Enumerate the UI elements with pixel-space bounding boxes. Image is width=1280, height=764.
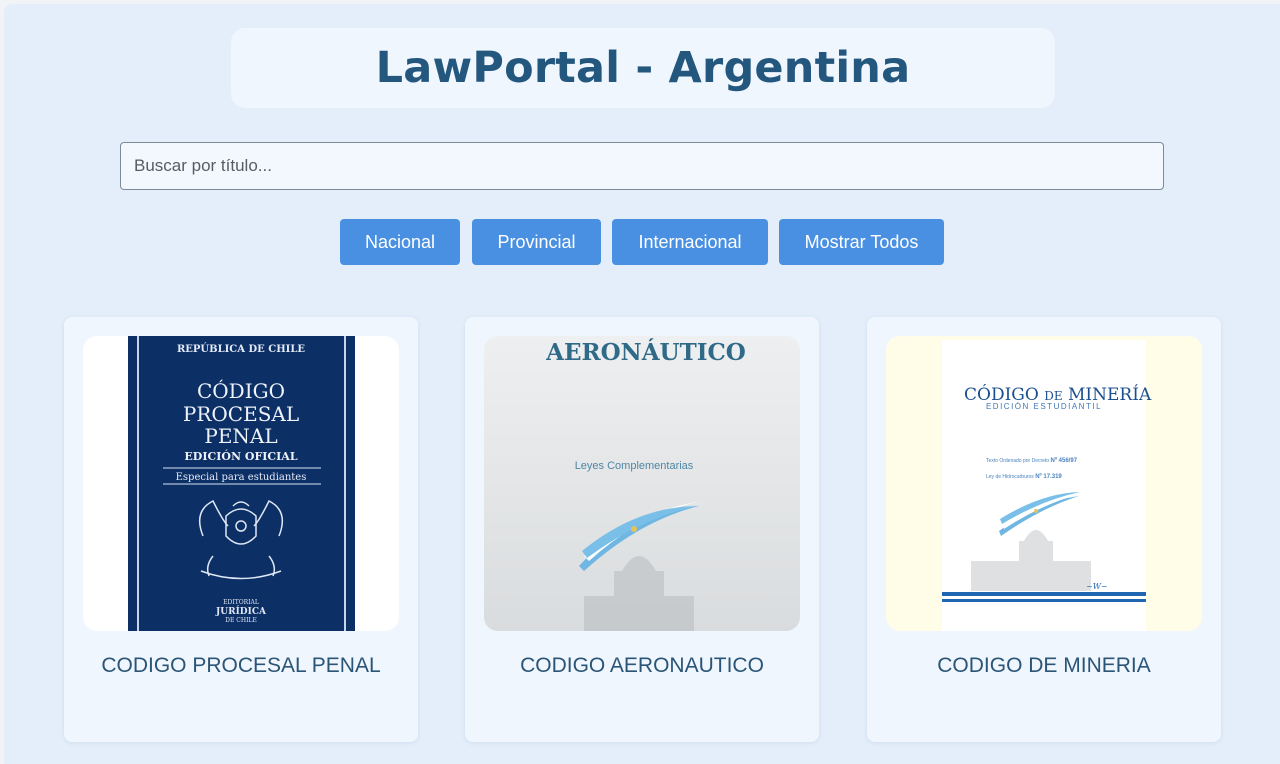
cover-text: Texto Ordenado por Decreto Nº 456/97 (986, 458, 1078, 464)
filter-bar: Nacional Provincial Internacional Mostra… (4, 219, 1280, 265)
book-title[interactable]: CODIGO PROCESAL PENAL (84, 653, 398, 679)
publisher-logo-icon: ~W~ (1086, 582, 1108, 591)
filter-internacional-button[interactable]: Internacional (612, 219, 768, 265)
header-banner: LawPortal - Argentina (231, 28, 1055, 108)
cover-text: Leyes Complementarias (575, 460, 694, 472)
book-cover-image[interactable]: REPÚBLICA DE CHILE CÓDIGO PROCESAL PENAL… (83, 336, 399, 631)
cover-text: DE CHILE (225, 617, 257, 624)
filter-provincial-button[interactable]: Provincial (472, 219, 601, 265)
page: LawPortal - Argentina Nacional Provincia… (4, 4, 1280, 764)
book-card[interactable]: CÓDIGO DE MINERÍA EDICIÓN ESTUDIANTIL Te… (867, 317, 1221, 742)
book-card[interactable]: AERONÁUTICO Leyes Complementarias CODIGO… (465, 317, 819, 742)
cover-text: CÓDIGO (197, 378, 285, 403)
book-title[interactable]: CODIGO DE MINERIA (887, 653, 1201, 679)
page-title: LawPortal - Argentina (375, 43, 911, 93)
cover-text: AERONÁUTICO (545, 339, 746, 366)
cover-text: JURÍDICA (215, 605, 267, 617)
filter-nacional-button[interactable]: Nacional (340, 219, 460, 265)
book-card[interactable]: REPÚBLICA DE CHILE CÓDIGO PROCESAL PENAL… (64, 317, 418, 742)
search-input[interactable] (120, 142, 1164, 190)
book-title[interactable]: CODIGO AERONAUTICO (485, 653, 799, 679)
cover-text: Especial para estudiantes (176, 472, 307, 483)
book-cover-image[interactable]: AERONÁUTICO Leyes Complementarias (484, 336, 800, 631)
cover-text: Ley de Hidrocarburos Nº 17.319 (986, 474, 1062, 480)
filter-mostrar-todos-button[interactable]: Mostrar Todos (779, 219, 944, 265)
cover-text: EDITORIAL (223, 599, 259, 606)
cover-text: EDICIÓN OFICIAL (184, 449, 297, 463)
book-cover-image[interactable]: CÓDIGO DE MINERÍA EDICIÓN ESTUDIANTIL Te… (886, 336, 1202, 631)
cover-text: PENAL (204, 424, 277, 448)
cover-text: PROCESAL (183, 402, 299, 426)
cover-text: REPÚBLICA DE CHILE (177, 343, 305, 355)
cover-text: EDICIÓN ESTUDIANTIL (986, 402, 1102, 411)
